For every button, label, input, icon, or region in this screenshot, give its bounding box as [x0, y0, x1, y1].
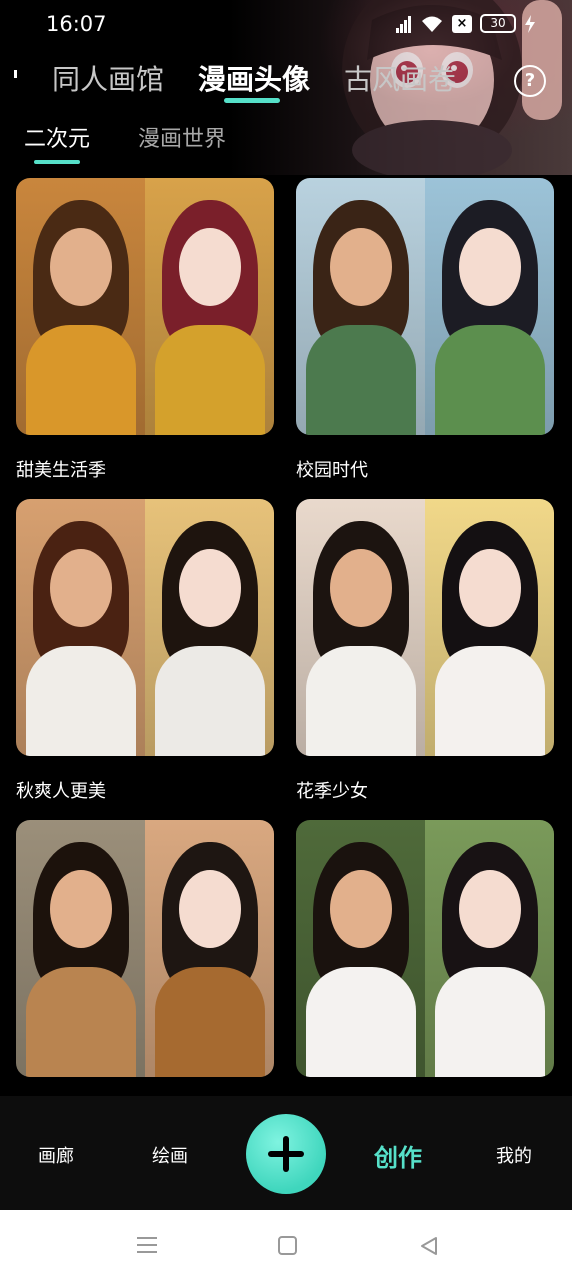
original-photo: [16, 178, 145, 435]
anime-result: [145, 820, 274, 1077]
charging-icon: [525, 14, 535, 33]
style-preview-image[interactable]: [296, 499, 554, 756]
sub-tabs: 二次元 漫画世界: [0, 124, 572, 168]
style-preview-image[interactable]: [16, 178, 274, 435]
style-preview-image[interactable]: [296, 178, 554, 435]
top-tab-underline: [224, 98, 280, 103]
style-card-title: 校园时代: [296, 460, 368, 481]
wifi-icon: [422, 16, 442, 32]
tab-comic-avatar[interactable]: 漫画头像: [198, 58, 310, 102]
nav-gallery[interactable]: 画廊: [38, 1142, 74, 1168]
original-photo: [16, 820, 145, 1077]
help-icon[interactable]: ?: [514, 65, 546, 97]
status-time: 16:07: [46, 12, 107, 36]
top-tabs: 同人画馆 漫画头像 古风画卷: [0, 58, 572, 108]
back-icon[interactable]: [418, 1235, 440, 1257]
style-card-title: 秋爽人更美: [16, 781, 106, 802]
subtab-anime[interactable]: 二次元: [24, 124, 90, 156]
style-card-title: 花季少女: [296, 781, 368, 802]
nav-create[interactable]: 创作: [374, 1138, 422, 1173]
nav-mine[interactable]: 我的: [496, 1142, 532, 1168]
anime-result: [425, 820, 554, 1077]
anime-result: [425, 178, 554, 435]
style-card[interactable]: 花季少女: [296, 499, 554, 802]
tab-ancient-scroll[interactable]: 古风画卷: [344, 58, 456, 102]
anime-result: [145, 178, 274, 435]
status-bar: 16:07 × 30: [0, 0, 572, 52]
create-plus-button[interactable]: [246, 1114, 326, 1194]
style-card[interactable]: [16, 820, 274, 1077]
style-preview-image[interactable]: [296, 820, 554, 1077]
notification-x-icon: ×: [452, 14, 472, 33]
home-icon[interactable]: [278, 1236, 297, 1255]
style-card-title: 甜美生活季: [16, 460, 106, 481]
style-preview-image[interactable]: [16, 499, 274, 756]
anime-result: [145, 499, 274, 756]
original-photo: [16, 499, 145, 756]
style-preview-image[interactable]: [16, 820, 274, 1077]
system-nav-bar: [0, 1210, 572, 1280]
battery-icon: 30: [480, 14, 516, 33]
style-card[interactable]: 秋爽人更美: [16, 499, 274, 802]
original-photo: [296, 820, 425, 1077]
bottom-nav: 画廊 绘画 创作 我的: [0, 1096, 572, 1210]
nav-draw[interactable]: 绘画: [152, 1142, 188, 1168]
style-card[interactable]: 校园时代: [296, 178, 554, 481]
signal-icon: [396, 15, 412, 33]
style-card[interactable]: 甜美生活季: [16, 178, 274, 481]
style-card[interactable]: [296, 820, 554, 1077]
subtab-comic-world[interactable]: 漫画世界: [138, 124, 226, 156]
tab-fan-gallery[interactable]: 同人画馆: [52, 58, 164, 102]
status-icons: × 30: [396, 14, 536, 33]
subtab-underline: [34, 160, 80, 164]
recent-apps-icon[interactable]: [137, 1236, 157, 1254]
anime-result: [425, 499, 554, 756]
original-photo: [296, 499, 425, 756]
original-photo: [296, 178, 425, 435]
